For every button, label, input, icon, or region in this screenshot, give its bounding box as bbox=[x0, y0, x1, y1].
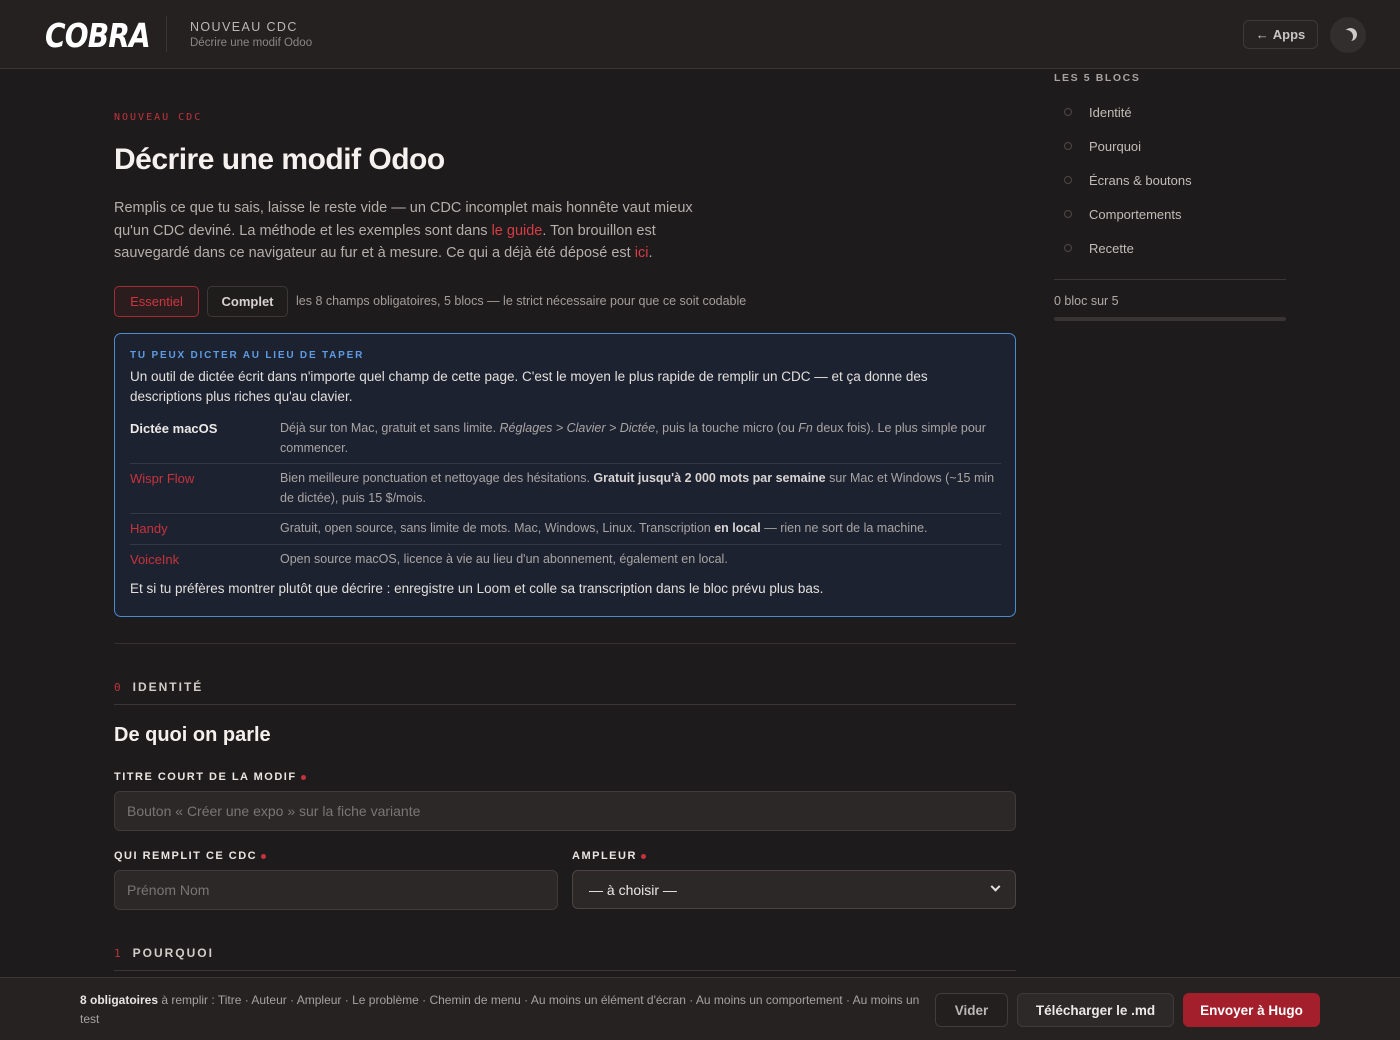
dictation-eyebrow: TU PEUX DICTER AU LIEU DE TAPER bbox=[130, 350, 365, 361]
sidebar-item-comportements[interactable]: Comportements bbox=[1064, 197, 1192, 231]
header-subtitle: Décrire une modif Odoo bbox=[190, 37, 313, 49]
tool-desc-text: — rien ne sort de la machine. bbox=[760, 521, 928, 535]
titre-input[interactable] bbox=[114, 791, 1016, 831]
download-md-button[interactable]: Télécharger le .md bbox=[1017, 993, 1174, 1027]
ampleur-select[interactable]: — à choisir — bbox=[572, 870, 1016, 909]
tool-desc-text: Bien meilleure ponctuation et nettoyage … bbox=[280, 471, 594, 485]
section-number: 0 bbox=[114, 681, 123, 694]
required-count: 8 obligatoires bbox=[80, 993, 159, 1007]
tool-desc-bold: Gratuit jusqu'à 2 000 mots par semaine bbox=[593, 471, 826, 485]
header-title: NOUVEAU CDC bbox=[190, 20, 298, 34]
apps-button[interactable]: ← Apps bbox=[1243, 20, 1318, 49]
section-divider bbox=[114, 643, 1016, 644]
tool-desc-text: Déjà sur ton Mac, gratuit et sans limite… bbox=[280, 421, 500, 435]
tool-description: Open source macOS, licence à vie au lieu… bbox=[280, 551, 728, 566]
section-title: De quoi on parle bbox=[114, 724, 271, 746]
sidebar-item-label: Comportements bbox=[1089, 206, 1182, 222]
sidebar-title: LES 5 BLOCS bbox=[1054, 72, 1141, 84]
required-list: à remplir : Titre · Auteur · Ampleur · L… bbox=[80, 993, 920, 1026]
deposited-link[interactable]: ici bbox=[635, 245, 649, 261]
status-dot-icon bbox=[1064, 142, 1072, 150]
apps-button-label: Apps bbox=[1272, 27, 1306, 42]
required-dot bbox=[261, 853, 267, 859]
table-row: Wispr Flow Bien meilleure ponctuation et… bbox=[130, 464, 1001, 514]
titre-label-text: TITRE COURT DE LA MODIF bbox=[114, 771, 297, 783]
tool-description: Déjà sur ton Mac, gratuit et sans limite… bbox=[280, 414, 1001, 463]
tool-desc-bold: en local bbox=[714, 521, 761, 535]
dictation-tools-table: Dictée macOS Déjà sur ton Mac, gratuit e… bbox=[130, 414, 1001, 574]
sidebar-item-pourquoi[interactable]: Pourquoi bbox=[1064, 129, 1192, 163]
tool-desc-key: Fn bbox=[798, 421, 813, 435]
ampleur-field-label: AMPLEUR bbox=[572, 850, 646, 862]
theme-toggle-button[interactable] bbox=[1330, 17, 1366, 53]
sidebar-item-ecrans[interactable]: Écrans & boutons bbox=[1064, 163, 1192, 197]
arrow-left-icon: ← bbox=[1255, 27, 1269, 42]
table-row: VoiceInk Open source macOS, licence à vi… bbox=[130, 545, 1001, 575]
mode-essentiel-button[interactable]: Essentiel bbox=[114, 286, 199, 317]
tool-desc-text: Gratuit, open source, sans limite de mot… bbox=[280, 521, 715, 535]
sidebar-nav: Identité Pourquoi Écrans & boutons Compo… bbox=[1064, 95, 1192, 265]
auteur-field-label: QUI REMPLIT CE CDC bbox=[114, 850, 267, 862]
page-eyebrow: NOUVEAU CDC bbox=[114, 112, 203, 123]
chevron-down-icon bbox=[990, 881, 1001, 892]
sidebar-divider bbox=[1054, 279, 1286, 280]
tool-description: Bien meilleure ponctuation et nettoyage … bbox=[280, 464, 1001, 513]
dictation-intro: Un outil de dictée écrit dans n'importe … bbox=[130, 369, 928, 404]
auteur-label-text: QUI REMPLIT CE CDC bbox=[114, 850, 258, 862]
top-bar: COBRA NOUVEAU CDC Décrire une modif Odoo… bbox=[0, 0, 1400, 69]
action-footer: 8 obligatoires à remplir : Titre · Auteu… bbox=[0, 977, 1400, 1040]
table-row: Handy Gratuit, open source, sans limite … bbox=[130, 514, 1001, 545]
section-identite-label: 0 IDENTITÉ bbox=[114, 680, 203, 694]
tool-description: Gratuit, open source, sans limite de mot… bbox=[280, 514, 1001, 544]
sidebar-item-label: Recette bbox=[1089, 240, 1134, 256]
sidebar-item-identite[interactable]: Identité bbox=[1064, 95, 1192, 129]
mode-description: les 8 champs obligatoires, 5 blocs — le … bbox=[296, 294, 747, 308]
status-dot-icon bbox=[1064, 108, 1072, 116]
moon-icon bbox=[1340, 30, 1353, 43]
table-row: Dictée macOS Déjà sur ton Mac, gratuit e… bbox=[130, 414, 1001, 464]
intro-text-3: . bbox=[648, 245, 653, 261]
tool-link[interactable]: Handy bbox=[130, 514, 280, 544]
status-dot-icon bbox=[1064, 210, 1072, 218]
page-title: Décrire une modif Odoo bbox=[114, 143, 445, 176]
required-dot bbox=[640, 853, 646, 859]
auteur-input[interactable] bbox=[114, 870, 558, 910]
mode-complet-button[interactable]: Complet bbox=[207, 286, 288, 317]
status-dot-icon bbox=[1064, 244, 1072, 252]
section-name: IDENTITÉ bbox=[132, 680, 204, 694]
sidebar-item-recette[interactable]: Recette bbox=[1064, 231, 1192, 265]
tool-name: Dictée macOS bbox=[130, 421, 218, 436]
send-button[interactable]: Envoyer à Hugo bbox=[1183, 993, 1320, 1027]
section-pourquoi-label: 1 POURQUOI bbox=[114, 946, 214, 960]
dictation-callout: TU PEUX DICTER AU LIEU DE TAPER Un outil… bbox=[114, 333, 1016, 617]
header-divider bbox=[166, 16, 167, 52]
sidebar-item-label: Identité bbox=[1089, 104, 1132, 120]
cobra-logo[interactable]: COBRA bbox=[45, 16, 151, 55]
section-rule bbox=[114, 704, 1016, 705]
required-fields-summary: 8 obligatoires à remplir : Titre · Auteu… bbox=[80, 991, 920, 1029]
intro-paragraph: Remplis ce que tu sais, laisse le reste … bbox=[114, 197, 714, 265]
progress-count: 0 bloc sur 5 bbox=[1054, 294, 1119, 308]
tool-link[interactable]: Wispr Flow bbox=[130, 464, 280, 513]
titre-field-label: TITRE COURT DE LA MODIF bbox=[114, 771, 306, 783]
tool-desc-text: , puis la touche micro (ou bbox=[655, 421, 799, 435]
sidebar-item-label: Écrans & boutons bbox=[1089, 172, 1192, 188]
sidebar-item-label: Pourquoi bbox=[1089, 138, 1142, 154]
section-name: POURQUOI bbox=[132, 946, 214, 960]
progress-bar bbox=[1054, 317, 1286, 321]
section-number: 1 bbox=[114, 947, 123, 960]
required-dot bbox=[300, 774, 306, 780]
tool-link[interactable]: VoiceInk bbox=[130, 545, 280, 575]
status-dot-icon bbox=[1064, 176, 1072, 184]
ampleur-selected-value: — à choisir — bbox=[589, 881, 677, 898]
dictation-outro: Et si tu préfères montrer plutôt que déc… bbox=[130, 581, 824, 596]
ampleur-label-text: AMPLEUR bbox=[572, 850, 637, 862]
guide-link[interactable]: le guide bbox=[492, 223, 543, 239]
section-rule bbox=[114, 970, 1016, 971]
tool-desc-path: Réglages > Clavier > Dictée bbox=[499, 421, 656, 435]
clear-button[interactable]: Vider bbox=[935, 993, 1008, 1027]
